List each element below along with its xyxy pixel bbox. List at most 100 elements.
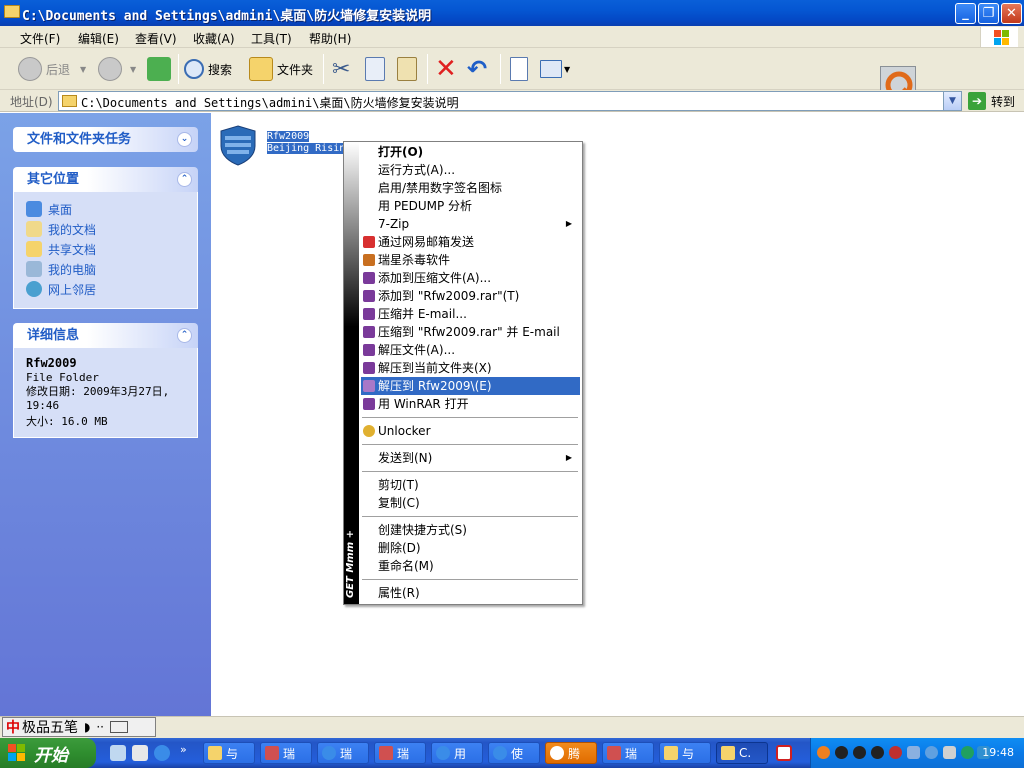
chevron-down-icon: ▼ xyxy=(80,64,87,74)
menu-item-compress-email[interactable]: 压缩并 E-mail... xyxy=(361,305,580,323)
up-button[interactable] xyxy=(147,56,171,82)
show-desktop-icon[interactable] xyxy=(110,745,126,761)
file-folder-tasks-header[interactable]: 文件和文件夹任务 ⌄ xyxy=(13,127,198,152)
folders-button[interactable]: 文件夹 xyxy=(249,56,313,82)
taskbar-button[interactable]: 腾 xyxy=(545,742,597,764)
taskbar-button[interactable]: 瑞 xyxy=(602,742,654,764)
collapse-chevron-icon[interactable]: ⌃ xyxy=(177,172,192,187)
menu-item-properties[interactable]: 属性(R) xyxy=(361,584,580,602)
qq-penguin-icon[interactable] xyxy=(853,746,866,759)
properties-button[interactable] xyxy=(510,56,528,82)
forward-button[interactable]: ▼ xyxy=(98,56,136,82)
go-button[interactable]: ➔ 转到 xyxy=(968,91,1015,111)
views-button[interactable]: ▼ xyxy=(540,56,570,82)
place-network[interactable]: 网上邻居 xyxy=(14,279,197,299)
address-input[interactable]: C:\Documents and Settings\admini\桌面\防火墙修… xyxy=(58,91,962,111)
qq-penguin-icon[interactable] xyxy=(889,746,902,759)
ime-toolbar[interactable]: 中 极品五笔 ◗ ·· xyxy=(2,717,156,737)
search-button[interactable]: 搜索 xyxy=(184,56,232,82)
menu-help[interactable]: 帮助(H) xyxy=(309,30,351,47)
menu-item-add-to-rar[interactable]: 添加到 "Rfw2009.rar"(T) xyxy=(361,287,580,305)
punctuation-icon[interactable]: ·· xyxy=(96,720,104,734)
menu-item-open[interactable]: 打开(O) xyxy=(361,143,580,161)
taskbar-button[interactable]: 与 xyxy=(203,742,255,764)
paste-button[interactable] xyxy=(397,56,417,82)
quick-launch-more-icon[interactable]: » xyxy=(180,743,187,756)
delete-x-icon: ✕ xyxy=(435,54,457,84)
menu-item-delete[interactable]: 删除(D) xyxy=(361,539,580,557)
clock[interactable]: 19:48 xyxy=(982,746,1014,759)
menu-file[interactable]: 文件(F) xyxy=(20,30,60,47)
menu-item-signature-icon[interactable]: 启用/禁用数字签名图标 xyxy=(361,179,580,197)
taskbar-button[interactable]: 用 xyxy=(431,742,483,764)
menu-item-compress-rar-email[interactable]: 压缩到 "Rfw2009.rar" 并 E-mail xyxy=(361,323,580,341)
place-my-computer[interactable]: 我的电脑 xyxy=(14,259,197,279)
taskbar-button[interactable]: 瑞 xyxy=(374,742,426,764)
umbrella-tray-icon[interactable] xyxy=(961,746,974,759)
title-bar[interactable]: C:\Documents and Settings\admini\桌面\防火墙修… xyxy=(0,0,1024,26)
copy-button[interactable] xyxy=(365,56,385,82)
menu-item-extract-to-folder[interactable]: 解压到 Rfw2009\(E) xyxy=(361,377,580,395)
taskbar-button-active[interactable]: C. xyxy=(716,742,768,764)
undo-button[interactable]: ↶ xyxy=(467,55,487,83)
menu-item-7zip[interactable]: 7-Zip ▶ xyxy=(361,215,580,233)
quick-launch-icon[interactable] xyxy=(132,745,148,761)
half-moon-icon[interactable]: ◗ xyxy=(84,720,90,734)
qq-penguin-icon[interactable] xyxy=(871,746,884,759)
menu-favorites[interactable]: 收藏(A) xyxy=(193,30,235,47)
menu-edit[interactable]: 编辑(E) xyxy=(78,30,119,47)
other-places-header[interactable]: 其它位置 ⌃ xyxy=(13,167,198,192)
taskbar-button[interactable]: 使 xyxy=(488,742,540,764)
details-header[interactable]: 详细信息 ⌃ xyxy=(13,323,198,348)
file-item-label[interactable]: Rfw2009 Beijing Risin xyxy=(267,131,346,155)
file-view[interactable] xyxy=(211,113,1024,716)
expand-chevron-icon[interactable]: ⌄ xyxy=(177,132,192,147)
menu-item-extract-here[interactable]: 解压到当前文件夹(X) xyxy=(361,359,580,377)
input-tray-icon[interactable] xyxy=(943,746,956,759)
menu-item-cut[interactable]: 剪切(T) xyxy=(361,476,580,494)
collapse-chevron-icon[interactable]: ⌃ xyxy=(177,328,192,343)
menu-item-netease-mail[interactable]: 通过网易邮箱发送 xyxy=(361,233,580,251)
menu-item-copy[interactable]: 复制(C) xyxy=(361,494,580,512)
taskbar-button[interactable]: 瑞 xyxy=(260,742,312,764)
taskbar-button[interactable]: 与 xyxy=(659,742,711,764)
menu-item-unlocker[interactable]: Unlocker xyxy=(361,422,580,440)
taskbar-button[interactable]: 瑞 xyxy=(317,742,369,764)
menu-item-run-as[interactable]: 运行方式(A)... xyxy=(361,161,580,179)
banner-text: GET Mmm + xyxy=(345,530,356,598)
tray-app-icon[interactable] xyxy=(817,746,830,759)
qq-penguin-icon[interactable] xyxy=(835,746,848,759)
soft-keyboard-icon[interactable] xyxy=(109,721,128,733)
back-button[interactable]: 后退 ▼ xyxy=(18,56,86,82)
menu-item-rising-antivirus[interactable]: 瑞星杀毒软件 xyxy=(361,251,580,269)
ime-chinese-icon[interactable]: 中 xyxy=(6,717,20,737)
maximize-button[interactable]: ❐ xyxy=(978,3,999,24)
people-icon xyxy=(379,746,393,760)
menu-item-extract-files[interactable]: 解压文件(A)... xyxy=(361,341,580,359)
panel-title: 其它位置 xyxy=(27,172,80,187)
security-tray-icon[interactable] xyxy=(925,746,938,759)
menu-item-pedump[interactable]: 用 PEDUMP 分析 xyxy=(361,197,580,215)
network-tray-icon[interactable] xyxy=(907,746,920,759)
menu-tools[interactable]: 工具(T) xyxy=(251,30,292,47)
ie-icon[interactable] xyxy=(154,745,170,761)
menu-item-create-shortcut[interactable]: 创建快捷方式(S) xyxy=(361,521,580,539)
firewall-folder-icon[interactable] xyxy=(218,124,258,166)
menu-view[interactable]: 查看(V) xyxy=(135,30,177,47)
place-desktop[interactable]: 桌面 xyxy=(14,199,197,219)
minimize-button[interactable]: _ xyxy=(955,3,976,24)
cut-button[interactable]: ✂ xyxy=(332,56,350,82)
menu-side-banner: GET Mmm + xyxy=(344,142,359,604)
place-shared-documents[interactable]: 共享文档 xyxy=(14,239,197,259)
delete-button[interactable]: ✕ xyxy=(435,56,457,82)
app-tray-icon[interactable] xyxy=(776,745,792,761)
close-button[interactable]: ✕ xyxy=(1001,3,1022,24)
menu-item-add-archive[interactable]: 添加到压缩文件(A)... xyxy=(361,269,580,287)
start-button[interactable]: 开始 xyxy=(0,738,96,768)
toolbar-separator xyxy=(178,54,179,84)
chevron-down-icon[interactable]: ▼ xyxy=(943,92,961,110)
menu-item-rename[interactable]: 重命名(M) xyxy=(361,557,580,575)
menu-item-send-to[interactable]: 发送到(N) ▶ xyxy=(361,449,580,467)
place-my-documents[interactable]: 我的文档 xyxy=(14,219,197,239)
menu-item-open-winrar[interactable]: 用 WinRAR 打开 xyxy=(361,395,580,413)
